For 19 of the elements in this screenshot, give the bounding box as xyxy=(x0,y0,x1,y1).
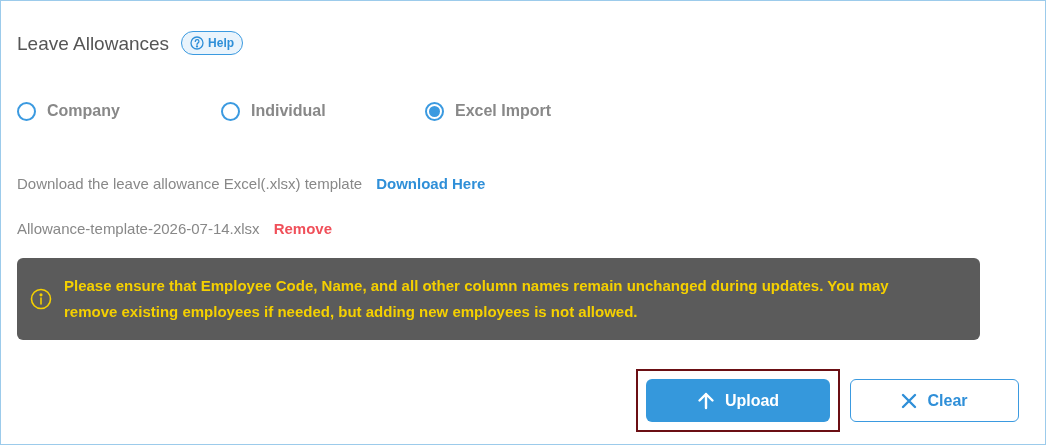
info-icon xyxy=(30,288,52,310)
help-icon xyxy=(190,36,205,50)
download-link[interactable]: Download Here xyxy=(376,173,486,196)
radio-button[interactable] xyxy=(425,101,444,121)
radio-option[interactable]: Excel Import xyxy=(425,99,629,123)
arrow-up-icon xyxy=(696,391,715,410)
radio-option[interactable]: Individual xyxy=(221,99,425,123)
clear-button[interactable]: Clear xyxy=(850,379,1019,422)
download-instruction: Download the leave allowance Excel(.xlsx) template xyxy=(17,174,363,194)
page-title: Leave Allowances xyxy=(17,33,170,53)
upload-button[interactable]: Upload xyxy=(646,379,830,422)
notice-text: Please ensure that Employee Code, Name, and all other column names remain unchanged during updates. You may remove existing employees if needed, but adding new employees is not allowed. xyxy=(64,276,890,322)
remove-link[interactable]: Remove xyxy=(273,217,332,240)
help-button[interactable]: Help xyxy=(181,31,244,55)
radio-option[interactable]: Company xyxy=(17,99,221,123)
close-icon xyxy=(901,392,918,409)
radio-button[interactable] xyxy=(17,101,36,121)
file-name: Allowance-template-2026-07-14.xlsx xyxy=(17,218,260,239)
radio-button[interactable] xyxy=(221,101,240,121)
